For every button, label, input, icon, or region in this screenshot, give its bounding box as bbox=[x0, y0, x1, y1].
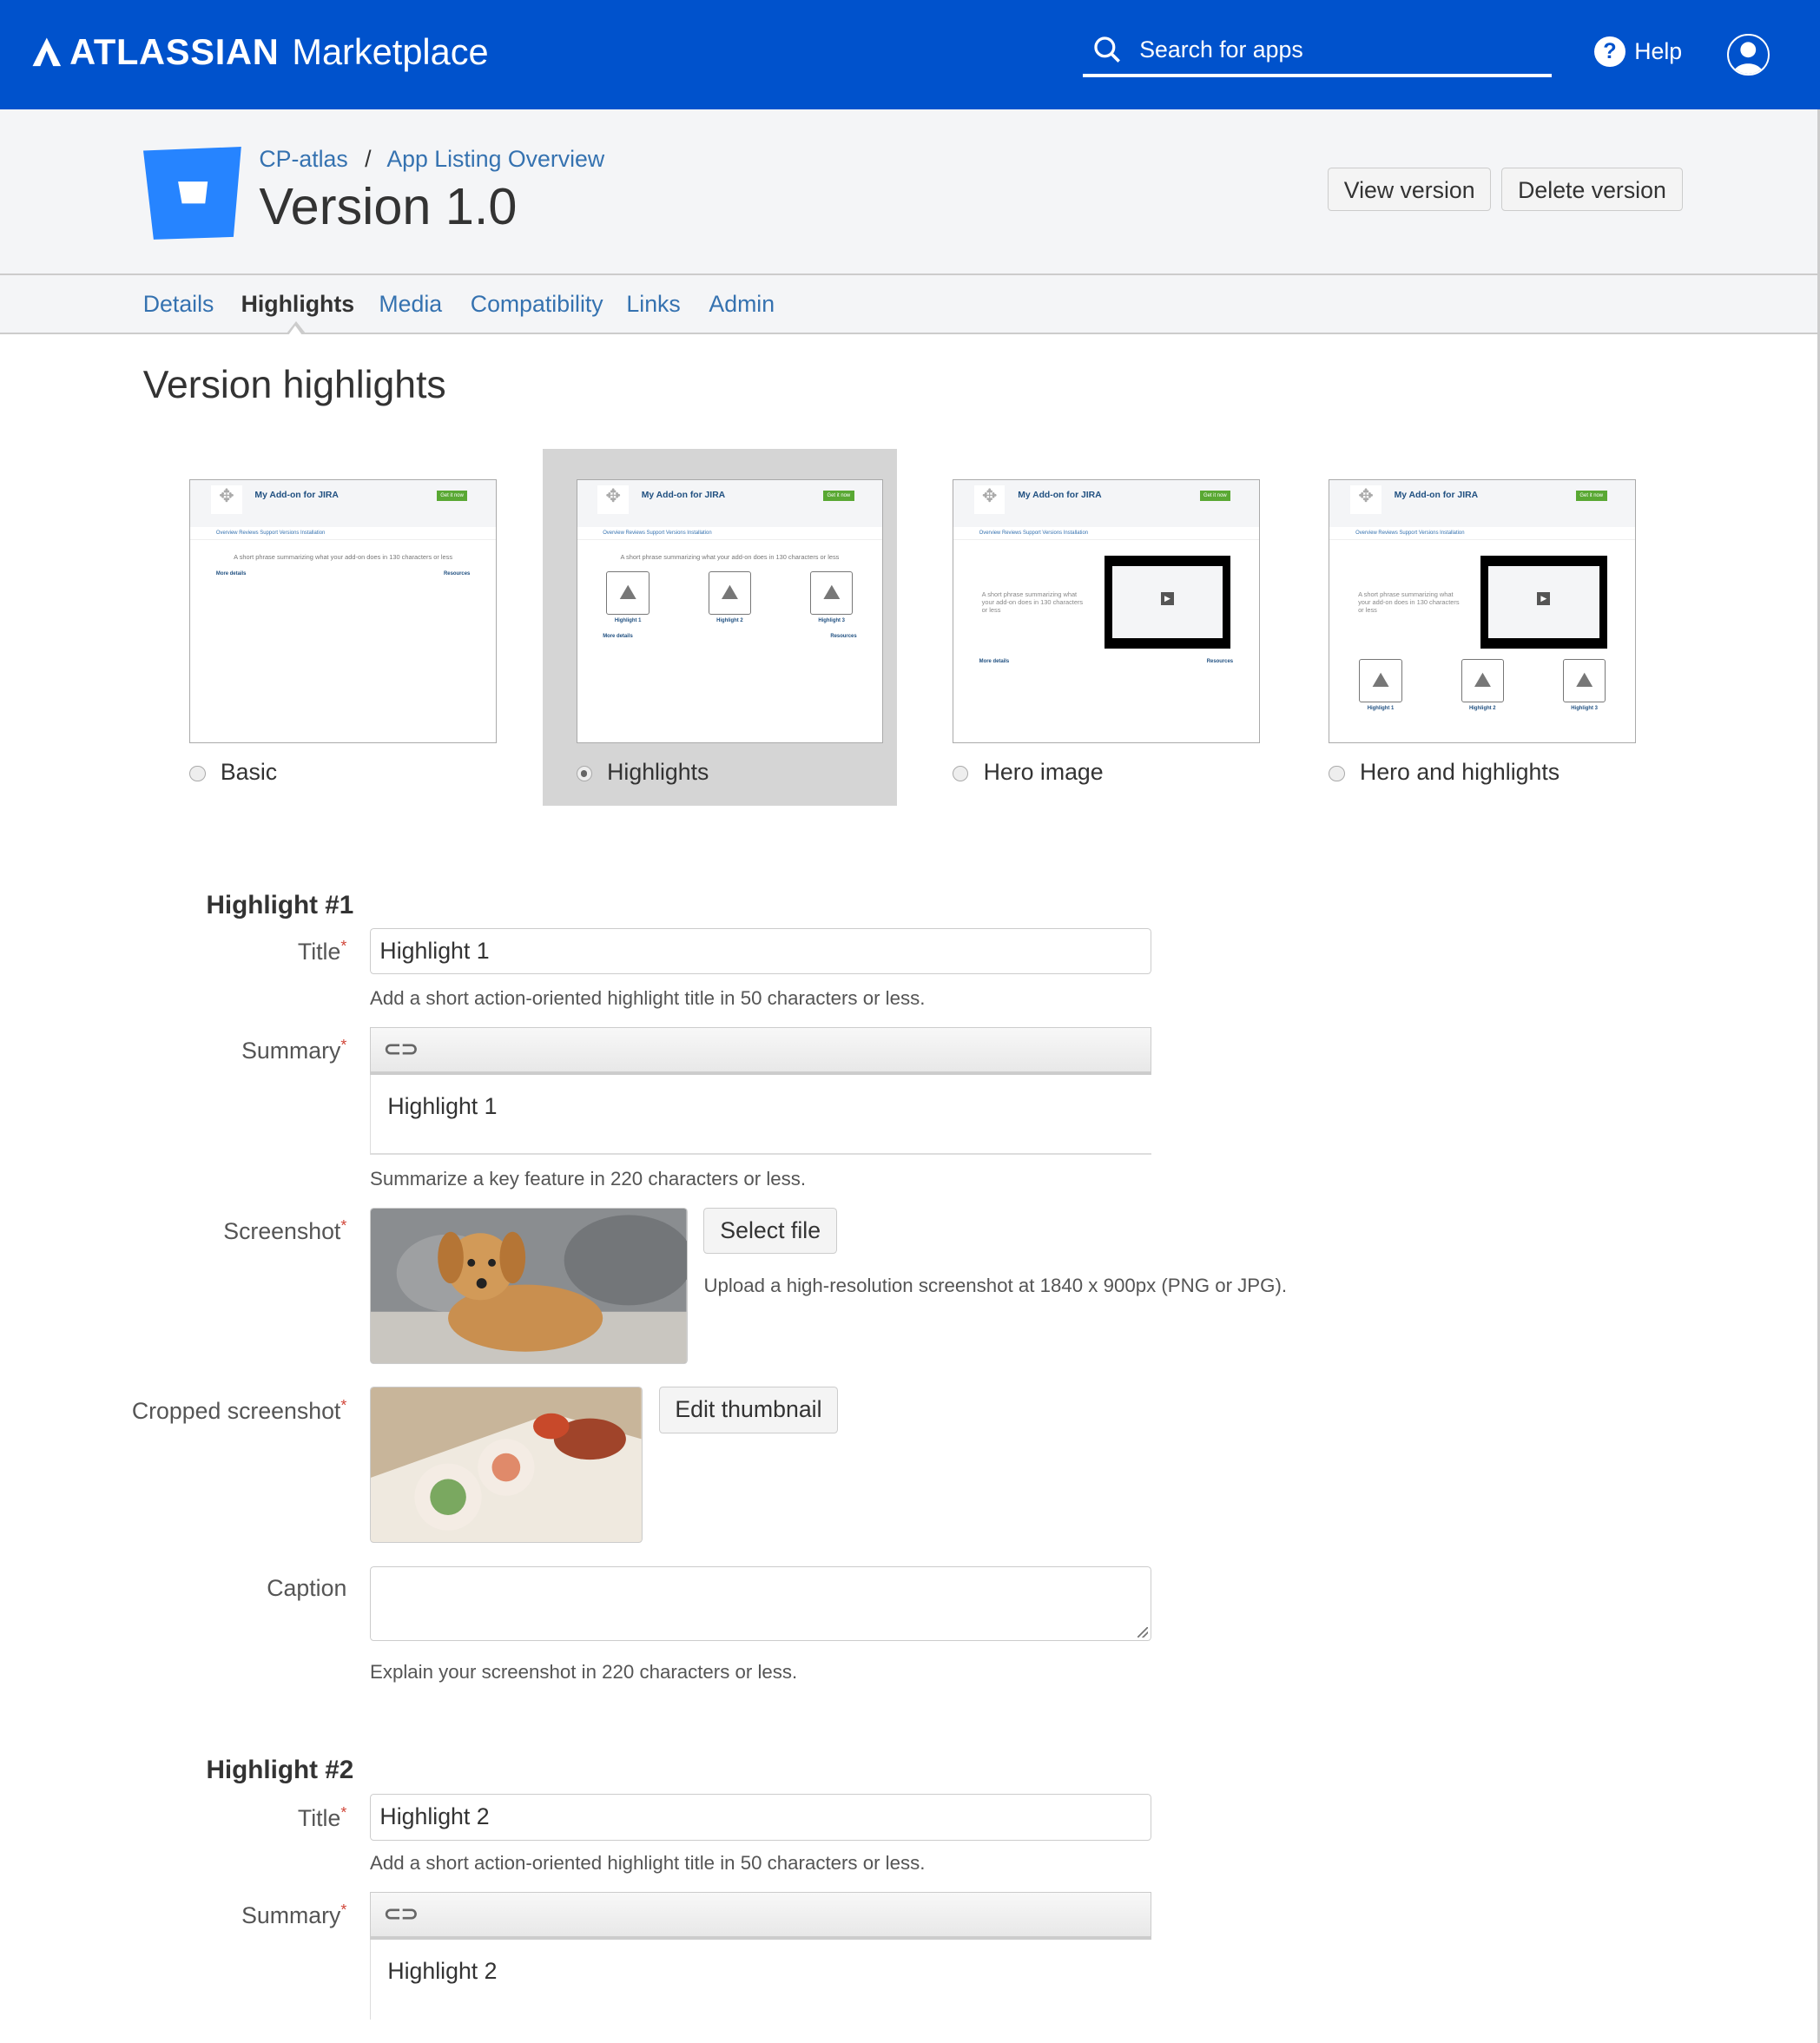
video-preview: ▶ bbox=[1104, 556, 1231, 649]
page-header: CP-atlas / App Listing Overview Version … bbox=[0, 109, 1820, 275]
breadcrumb: CP-atlas / App Listing Overview bbox=[259, 146, 604, 173]
summary-label: Summary* bbox=[241, 1036, 347, 1064]
tab-details[interactable]: Details bbox=[143, 291, 214, 318]
layout-option-basic[interactable]: ✥ My Add-on for JIRA Get it now Overview R… bbox=[156, 449, 511, 806]
atlassian-logo-icon bbox=[32, 37, 61, 66]
breadcrumb-cp-atlas[interactable]: CP-atlas bbox=[259, 146, 347, 172]
tab-links[interactable]: Links bbox=[626, 291, 680, 318]
title-hint: Add a short action-oriented highlight ti… bbox=[370, 1852, 926, 1875]
layout-label: Basic bbox=[220, 759, 278, 786]
highlight-2-heading: Highlight #2 bbox=[206, 1755, 354, 1784]
editor-toolbar: ⊂⊃ bbox=[370, 1892, 1151, 1941]
summary-textarea[interactable]: Highlight 2 bbox=[370, 1940, 1151, 2020]
top-nav-bar: ATLASSIAN Marketplace Search for apps ? … bbox=[0, 0, 1820, 110]
highlight-1-heading: Highlight #1 bbox=[206, 890, 354, 919]
image-placeholder-icon: ⛰ bbox=[809, 571, 854, 615]
screenshot-preview-image bbox=[370, 1207, 688, 1364]
puzzle-icon: ✥ bbox=[597, 485, 629, 514]
layout-radio[interactable] bbox=[189, 765, 206, 782]
breadcrumb-separator: / bbox=[365, 145, 372, 172]
layout-label: Hero image bbox=[983, 759, 1104, 786]
tab-admin[interactable]: Admin bbox=[709, 291, 775, 318]
thumb-highlights: ⛰ Highlight 1 ⛰ Highlight 2 ⛰ Highlight 3 bbox=[577, 571, 883, 623]
image-placeholder-icon: ⛰ bbox=[606, 571, 650, 615]
tab-highlights[interactable]: Highlights bbox=[241, 291, 355, 318]
editor-toolbar: ⊂⊃ bbox=[370, 1027, 1151, 1075]
active-tab-indicator bbox=[286, 320, 306, 336]
title-hint: Add a short action-oriented highlight ti… bbox=[370, 987, 926, 1010]
image-placeholder-icon: ⛰ bbox=[1359, 659, 1402, 702]
caption-label: Caption bbox=[267, 1574, 347, 1601]
summary-hint: Summarize a key feature in 220 character… bbox=[370, 1167, 807, 1190]
tab-media[interactable]: Media bbox=[379, 291, 442, 318]
highlight-1-summary-editor[interactable]: ⊂⊃ Highlight 1 bbox=[370, 1027, 1151, 1156]
app-logo-icon bbox=[142, 147, 241, 241]
layout-radio[interactable] bbox=[1329, 765, 1345, 782]
layout-radio[interactable] bbox=[576, 765, 592, 782]
layout-option-hero[interactable]: ✥ My Add-on for JIRA Get it now Overview R… bbox=[919, 449, 1273, 806]
cropped-screenshot-image bbox=[370, 1387, 643, 1544]
layout-label: Hero and highlights bbox=[1360, 759, 1560, 786]
title-label: Title* bbox=[297, 1802, 347, 1831]
summary-textarea[interactable]: Highlight 1 bbox=[370, 1074, 1151, 1156]
layout-label: Highlights bbox=[607, 759, 709, 786]
screenshot-hint: Upload a high-resolution screenshot at 1… bbox=[703, 1275, 1288, 1297]
select-file-button[interactable]: Select file bbox=[703, 1207, 837, 1255]
cropped-screenshot-label: Cropped screenshot* bbox=[131, 1395, 347, 1424]
help-label: Help bbox=[1634, 37, 1683, 64]
layout-preview-thumbnail[interactable]: ✥ My Add-on for JIRA Get it now Overview R… bbox=[576, 479, 884, 743]
puzzle-icon: ✥ bbox=[1350, 485, 1381, 514]
user-avatar-icon[interactable] bbox=[1727, 33, 1770, 76]
summary-label: Summary* bbox=[241, 1901, 347, 1929]
thumb-highlights: ⛰ Highlight 1 ⛰ Highlight 2 ⛰ Highlight 3 bbox=[1329, 659, 1635, 711]
layout-preview-thumbnail[interactable]: ✥ My Add-on for JIRA Get it now Overview R… bbox=[952, 479, 1260, 743]
tab-compatibility[interactable]: Compatibility bbox=[471, 291, 603, 318]
image-placeholder-icon: ⛰ bbox=[1461, 659, 1505, 702]
brand-name: ATLASSIAN bbox=[69, 30, 280, 72]
highlight-2-summary-editor[interactable]: ⊂⊃ Highlight 2 bbox=[370, 1892, 1151, 2020]
section-title: Version highlights bbox=[142, 363, 446, 406]
highlight-1-title-input[interactable]: Highlight 1 bbox=[370, 927, 1151, 975]
layout-option-herohl[interactable]: ✥ My Add-on for JIRA Get it now Overview R… bbox=[1296, 449, 1650, 806]
title-label: Title* bbox=[297, 937, 347, 965]
product-name: Marketplace bbox=[292, 30, 489, 72]
layout-preview-thumbnail[interactable]: ✥ My Add-on for JIRA Get it now Overview R… bbox=[189, 479, 497, 743]
breadcrumb-app-listing-overview[interactable]: App Listing Overview bbox=[386, 146, 604, 172]
screenshot-label: Screenshot* bbox=[223, 1216, 347, 1245]
search-input[interactable]: Search for apps bbox=[1082, 26, 1553, 77]
layout-radio[interactable] bbox=[952, 765, 969, 782]
layout-preview-thumbnail[interactable]: ✥ My Add-on for JIRA Get it now Overview R… bbox=[1329, 479, 1637, 743]
highlight-2-title-input[interactable]: Highlight 2 bbox=[370, 1794, 1151, 1841]
search-icon bbox=[1094, 36, 1120, 63]
image-placeholder-icon: ⛰ bbox=[708, 571, 752, 615]
help-icon: ? bbox=[1594, 36, 1625, 68]
help-link[interactable]: ? Help bbox=[1594, 36, 1682, 68]
puzzle-icon: ✥ bbox=[973, 485, 1006, 514]
caption-textarea[interactable] bbox=[370, 1565, 1151, 1641]
layout-option-highlights[interactable]: ✥ My Add-on for JIRA Get it now Overview R… bbox=[542, 448, 898, 806]
play-icon: ▶ bbox=[1160, 591, 1174, 605]
video-preview: ▶ bbox=[1480, 556, 1607, 649]
link-icon[interactable]: ⊂⊃ bbox=[384, 1902, 419, 1926]
search-placeholder: Search for apps bbox=[1139, 36, 1303, 63]
image-placeholder-icon: ⛰ bbox=[1562, 659, 1606, 702]
delete-version-button[interactable]: Delete version bbox=[1501, 167, 1683, 212]
play-icon: ▶ bbox=[1537, 591, 1551, 605]
atlassian-marketplace-logo[interactable]: ATLASSIAN Marketplace bbox=[31, 31, 489, 73]
view-version-button[interactable]: View version bbox=[1327, 167, 1492, 212]
edit-thumbnail-button[interactable]: Edit thumbnail bbox=[658, 1387, 839, 1433]
page-title: Version 1.0 bbox=[259, 177, 518, 236]
puzzle-icon: ✥ bbox=[210, 485, 242, 514]
link-icon[interactable]: ⊂⊃ bbox=[384, 1038, 419, 1061]
caption-hint: Explain your screenshot in 220 character… bbox=[370, 1661, 798, 1684]
tab-bar: Details Highlights Media Compatibility L… bbox=[0, 274, 1820, 336]
